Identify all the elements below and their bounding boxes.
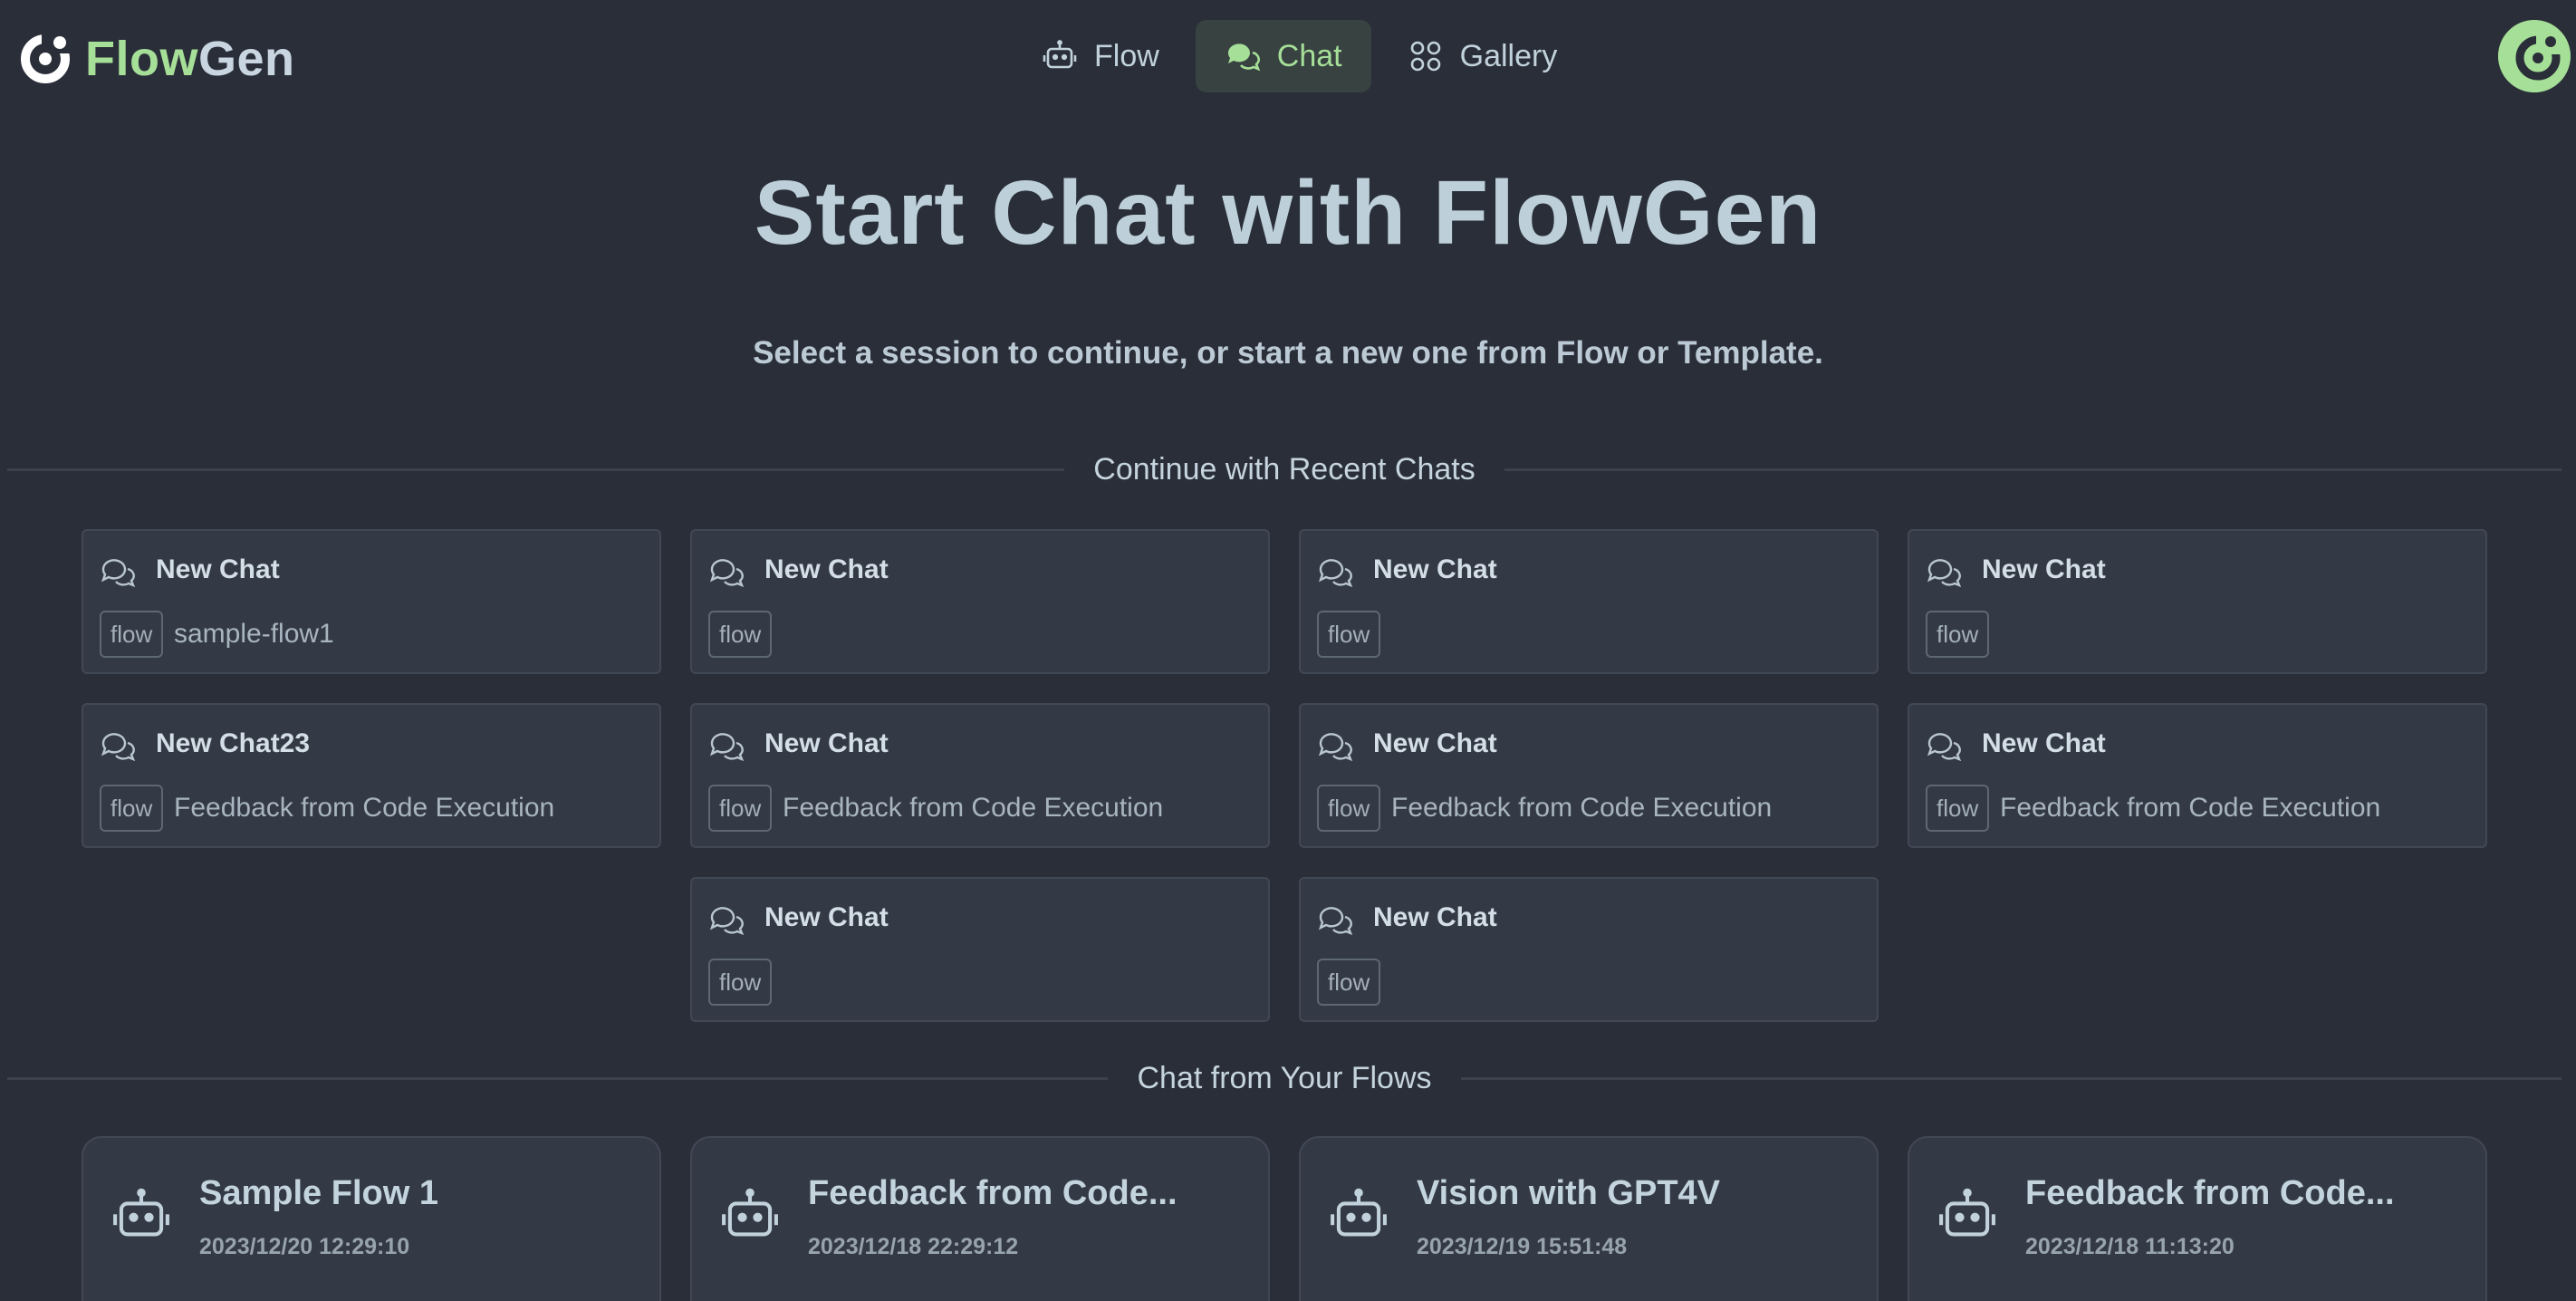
chat-bubbles-icon	[1318, 733, 1353, 762]
chat-bubbles-icon	[709, 559, 745, 588]
robot-icon	[1939, 1188, 1995, 1237]
app-root: FlowGen Flow Chat Gallery Start Chat wit…	[0, 0, 2576, 1301]
chat-title: New Chat	[1373, 728, 1497, 758]
nav-gallery-label: Gallery	[1459, 38, 1558, 73]
chat-bubbles-icon	[101, 733, 136, 762]
divider-line	[7, 1076, 1109, 1080]
chat-title: New Chat	[764, 728, 889, 758]
flow-date: 2023/12/18 22:29:12	[808, 1234, 1019, 1259]
chat-title: New Chat	[1982, 728, 2106, 758]
chat-title: New Chat23	[156, 728, 311, 758]
flow-date: 2023/12/18 11:13:20	[2025, 1234, 2235, 1259]
flow-tag: flow	[100, 785, 164, 832]
flow-tag: flow	[100, 611, 164, 658]
chat-flow-name: Feedback from Code Execution	[783, 793, 1164, 823]
flow-card[interactable]: Feedback from Code... 2023/12/18 22:29:12	[690, 1136, 1270, 1301]
chat-bubbles-icon	[1927, 733, 1962, 762]
flow-tag: flow	[708, 959, 773, 1006]
flow-tag: flow	[1317, 611, 1381, 658]
divider-line	[1460, 1076, 2562, 1080]
flow-card[interactable]: Sample Flow 1 2023/12/20 12:29:10	[82, 1136, 661, 1301]
robot-icon	[1043, 40, 1077, 69]
page-subtitle: Select a session to continue, or start a…	[753, 335, 1823, 371]
recent-chats-divider: Continue with Recent Chats	[7, 447, 2562, 492]
flow-title: Feedback from Code...	[808, 1174, 1177, 1212]
flow-tag: flow	[1317, 785, 1381, 832]
chat-title: New Chat	[764, 902, 889, 932]
robot-icon	[113, 1188, 169, 1237]
grid-icon	[1410, 41, 1440, 72]
chat-title: New Chat	[156, 554, 280, 584]
chat-title: New Chat	[1982, 554, 2106, 584]
chat-bubbles-icon	[709, 733, 745, 762]
flows-divider: Chat from Your Flows	[7, 1055, 2562, 1101]
nav-flow[interactable]: Flow	[1013, 20, 1188, 92]
flow-tag: flow	[708, 785, 773, 832]
flowgen-logo-icon	[21, 34, 71, 83]
chat-flow-name: Feedback from Code Execution	[174, 793, 555, 823]
nav-chat[interactable]: Chat	[1195, 20, 1371, 92]
nav-flow-label: Flow	[1094, 38, 1159, 73]
chat-bubbles-icon	[101, 559, 136, 588]
recent-chat-card[interactable]: New Chat flow Feedback from Code Execution	[1299, 703, 1879, 848]
avatar-logo-icon	[2498, 20, 2571, 92]
flow-title: Feedback from Code...	[2025, 1174, 2395, 1212]
recent-chat-card[interactable]: New Chat23 flow Feedback from Code Executi…	[82, 703, 661, 848]
flow-tag: flow	[1317, 959, 1381, 1006]
flows-heading: Chat from Your Flows	[1137, 1060, 1432, 1095]
chat-flow-name: Feedback from Code Execution	[1391, 793, 1773, 823]
chat-bubbles-icon	[1227, 43, 1261, 72]
chat-bubbles-icon	[1318, 559, 1353, 588]
main-nav: Flow Chat Gallery	[1013, 20, 1586, 92]
recent-chat-card[interactable]: New Chat flow	[690, 529, 1270, 674]
recent-chats-heading: Continue with Recent Chats	[1093, 451, 1475, 487]
brand-name-gen: Gen	[197, 32, 295, 86]
flow-tag: flow	[708, 611, 773, 658]
chat-title: New Chat	[1373, 554, 1497, 584]
recent-chat-card[interactable]: New Chat flow	[1299, 877, 1879, 1022]
top-header: FlowGen Flow Chat Gallery	[0, 0, 2576, 112]
page-title: Start Chat with FlowGen	[754, 162, 1822, 264]
recent-chat-card[interactable]: New Chat flow	[1299, 529, 1879, 674]
recent-chat-card[interactable]: New Chat flow	[1908, 529, 2487, 674]
chat-bubbles-icon	[1318, 907, 1353, 936]
flow-card[interactable]: Vision with GPT4V 2023/12/19 15:51:48	[1299, 1136, 1879, 1301]
chat-title: New Chat	[1373, 902, 1497, 932]
brand-name-flow: Flow	[85, 32, 198, 86]
recent-chat-card[interactable]: New Chat flow Feedback from Code Execution	[690, 703, 1270, 848]
divider-line	[7, 467, 1065, 471]
robot-icon	[1331, 1188, 1387, 1237]
recent-chat-card[interactable]: New Chat flow sample-flow1	[82, 529, 661, 674]
recent-chat-card[interactable]: New Chat flow	[690, 877, 1270, 1022]
brand-name: FlowGen	[85, 31, 295, 87]
flow-title: Sample Flow 1	[199, 1174, 438, 1212]
flow-date: 2023/12/19 15:51:48	[1417, 1234, 1628, 1259]
nav-gallery[interactable]: Gallery	[1379, 20, 1587, 92]
chat-bubbles-icon	[1927, 559, 1962, 588]
brand-logo[interactable]: FlowGen	[20, 27, 295, 91]
chat-flow-name: sample-flow1	[174, 619, 334, 649]
flow-card[interactable]: Feedback from Code... 2023/12/18 11:13:20	[1908, 1136, 2487, 1301]
recent-chat-card[interactable]: New Chat flow Feedback from Code Execution	[1908, 703, 2487, 848]
chat-flow-name: Feedback from Code Execution	[2000, 793, 2381, 823]
flow-tag: flow	[1926, 785, 1990, 832]
robot-icon	[722, 1188, 778, 1237]
chat-bubbles-icon	[709, 907, 745, 936]
flow-title: Vision with GPT4V	[1417, 1174, 1721, 1212]
divider-line	[1504, 467, 2562, 471]
user-avatar[interactable]	[2498, 20, 2571, 92]
nav-chat-label: Chat	[1276, 38, 1342, 73]
flow-tag: flow	[1926, 611, 1990, 658]
chat-title: New Chat	[764, 554, 889, 584]
flow-date: 2023/12/20 12:29:10	[199, 1234, 410, 1259]
